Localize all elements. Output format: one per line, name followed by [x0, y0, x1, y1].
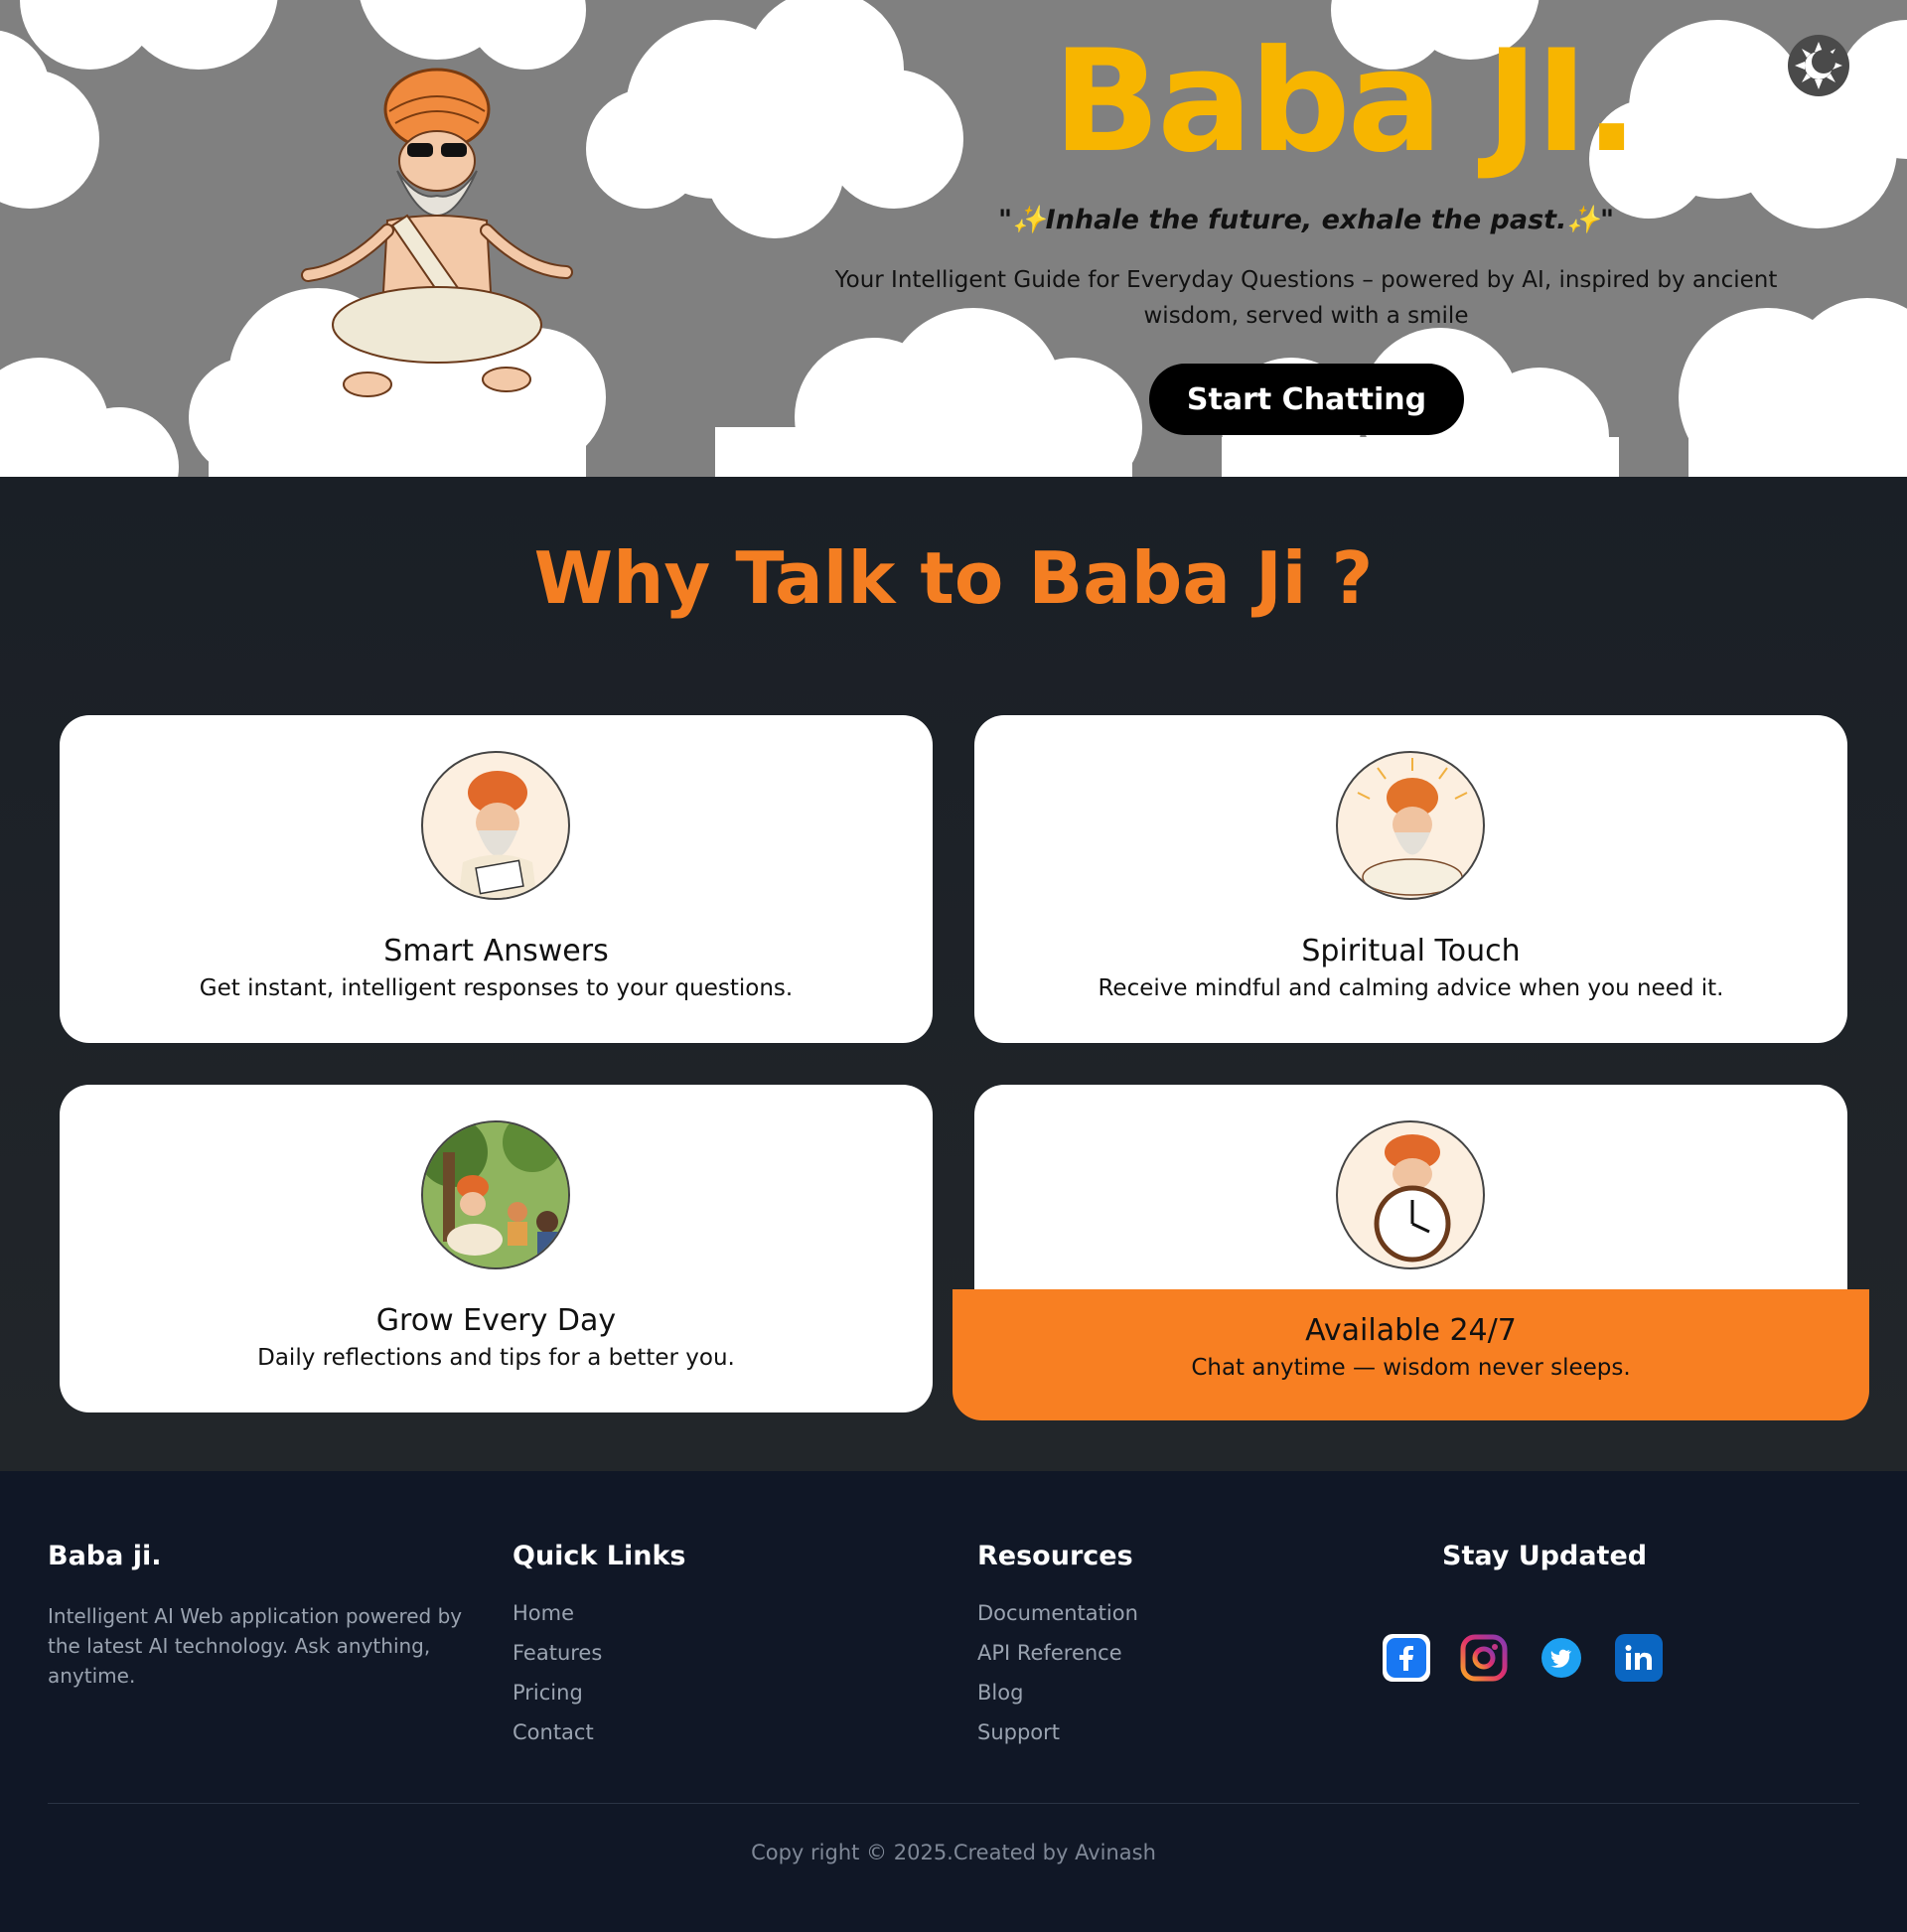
footer-link-api-reference[interactable]: API Reference — [977, 1641, 1138, 1665]
footer-quick-links: Quick Links Home Features Pricing Contac… — [513, 1541, 686, 1760]
baba-clock-icon — [1336, 1120, 1485, 1269]
footer-link-support[interactable]: Support — [977, 1720, 1138, 1744]
baba-teaching-icon — [421, 1120, 570, 1269]
theme-toggle-icon — [1795, 42, 1842, 89]
feature-card-available-247: Available 24/7 Chat anytime — wisdom nev… — [953, 1085, 1869, 1420]
footer: Baba ji. Intelligent AI Web application … — [0, 1471, 1907, 1932]
linkedin-icon[interactable] — [1615, 1634, 1663, 1682]
hero-subtitle: Your Intelligent Guide for Everyday Ques… — [834, 267, 1778, 329]
quick-links-title: Quick Links — [513, 1541, 686, 1571]
social-links — [1383, 1634, 1663, 1682]
twitter-icon[interactable] — [1538, 1634, 1585, 1682]
footer-stay-updated: Stay Updated — [1442, 1541, 1647, 1601]
start-chatting-button[interactable]: Start Chatting — [1149, 364, 1464, 435]
footer-about-text: Intelligent AI Web application powered b… — [48, 1604, 463, 1688]
hero-brand-title: Baba JI. — [1053, 20, 1639, 184]
feature-card-title: Available 24/7 — [1305, 1313, 1517, 1348]
baba-meditating-icon — [1336, 751, 1485, 900]
hero-quote: "✨Inhale the future, exhale the past.✨" — [997, 205, 1615, 235]
baba-meditating-illustration — [268, 62, 596, 413]
feature-card-desc: Daily reflections and tips for a better … — [257, 1345, 735, 1371]
facebook-icon[interactable] — [1383, 1634, 1430, 1682]
footer-link-contact[interactable]: Contact — [513, 1720, 686, 1744]
feature-card-title: Grow Every Day — [375, 1303, 617, 1338]
feature-card-grow-every-day: Grow Every Day Daily reflections and tip… — [60, 1085, 933, 1412]
features-title: Why Talk to Baba Ji ? — [533, 536, 1374, 620]
footer-link-blog[interactable]: Blog — [977, 1681, 1138, 1705]
instagram-icon[interactable] — [1460, 1634, 1508, 1682]
footer-link-pricing[interactable]: Pricing — [513, 1681, 686, 1705]
feature-card-spiritual-touch: Spiritual Touch Receive mindful and calm… — [974, 715, 1847, 1043]
footer-link-home[interactable]: Home — [513, 1601, 686, 1625]
feature-card-title: Smart Answers — [383, 934, 609, 968]
theme-toggle-button[interactable] — [1788, 35, 1849, 96]
feature-card-title: Spiritual Touch — [1301, 934, 1521, 968]
feature-card-desc: Chat anytime — wisdom never sleeps. — [1191, 1355, 1631, 1381]
footer-about: Baba ji. Intelligent AI Web application … — [48, 1541, 465, 1691]
features-section: Why Talk to Baba Ji ? Smart Answers Get … — [0, 477, 1907, 1471]
footer-link-features[interactable]: Features — [513, 1641, 686, 1665]
feature-card-desc: Receive mindful and calming advice when … — [1098, 975, 1724, 1001]
baba-writing-icon — [421, 751, 570, 900]
footer-link-documentation[interactable]: Documentation — [977, 1601, 1138, 1625]
footer-brand: Baba ji. — [48, 1541, 162, 1571]
footer-resources: Resources Documentation API Reference Bl… — [977, 1541, 1138, 1760]
copyright-text: Copy right © 2025.Created by Avinash — [751, 1841, 1156, 1864]
footer-divider — [48, 1803, 1859, 1804]
stay-updated-title: Stay Updated — [1442, 1541, 1648, 1571]
hero-section: Baba JI. "✨Inhale the future, exhale the… — [0, 0, 1907, 477]
feature-card-desc: Get instant, intelligent responses to yo… — [199, 975, 794, 1001]
feature-card-smart-answers: Smart Answers Get instant, intelligent r… — [60, 715, 933, 1043]
resources-title: Resources — [977, 1541, 1133, 1571]
